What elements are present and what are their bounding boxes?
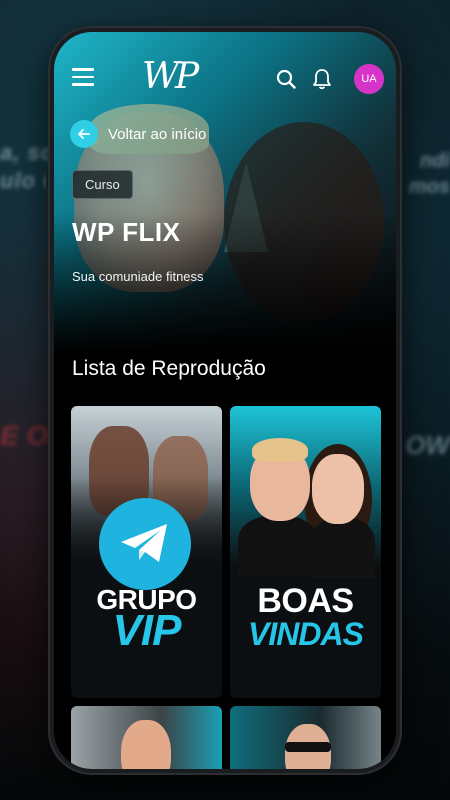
playlist-heading: Lista de Reprodução — [72, 357, 266, 380]
card-title-line2: VINDAS — [248, 616, 364, 652]
app-backdrop: a, sol ulo Co E OF ndi mos OW WP UA Volt… — [0, 0, 450, 800]
course-badge: Curso — [72, 170, 133, 199]
user-avatar[interactable]: UA — [354, 64, 384, 94]
app-logo[interactable]: WP — [142, 56, 199, 97]
bg-text-4: ndi — [420, 150, 450, 172]
bg-text-5: mos — [408, 176, 450, 198]
playlist-card-grupo-vip[interactable]: GRUPO VIP — [71, 406, 222, 698]
page-subtitle: Sua comuniade fitness — [72, 269, 204, 284]
bg-text-6: OW — [405, 430, 450, 460]
back-arrow-icon — [70, 120, 98, 148]
card-title-line2: VIP — [112, 606, 182, 655]
card-photo — [230, 406, 381, 578]
phone-frame: WP UA Voltar ao início Curso WP FLIX Sua… — [50, 28, 400, 773]
card-photo — [71, 706, 222, 769]
page-title: WP FLIX — [72, 217, 181, 247]
phone-screen: WP UA Voltar ao início Curso WP FLIX Sua… — [54, 32, 396, 769]
playlist-card-4[interactable] — [230, 706, 381, 769]
card-photo — [230, 706, 381, 769]
menu-icon[interactable] — [72, 68, 94, 86]
playlist-card-boas-vindas[interactable]: BOAS VINDAS — [230, 406, 381, 698]
search-icon[interactable] — [276, 69, 296, 89]
playlist-card-3[interactable] — [71, 706, 222, 769]
back-to-home-button[interactable]: Voltar ao início — [70, 120, 206, 148]
back-label: Voltar ao início — [108, 125, 207, 143]
telegram-icon — [99, 498, 191, 590]
notification-bell-icon[interactable] — [312, 68, 332, 90]
